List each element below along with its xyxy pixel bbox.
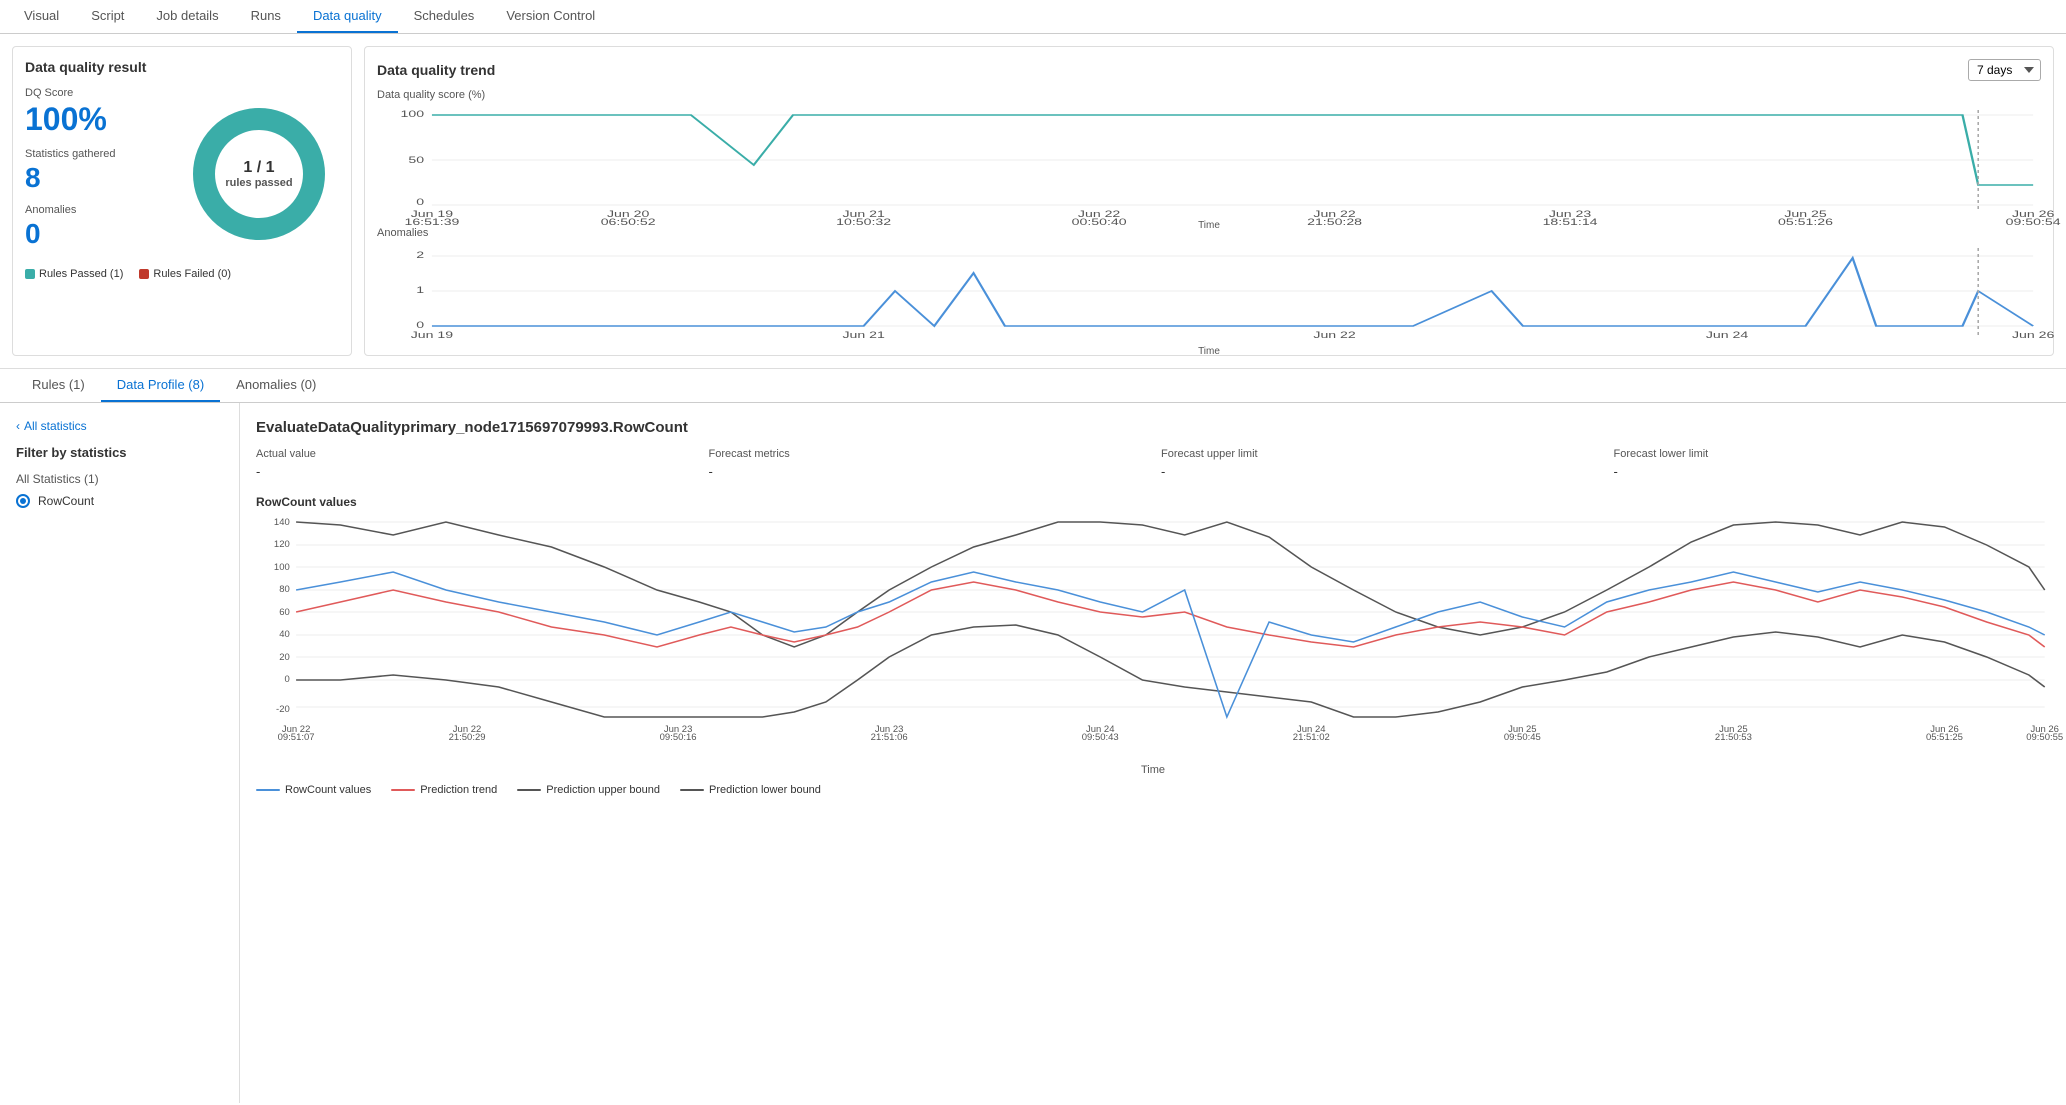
dq-score-value: 100%: [25, 101, 163, 138]
svg-text:21:50:28: 21:50:28: [1307, 217, 1362, 228]
main-chart-area: EvaluateDataQualityprimary_node171569707…: [240, 403, 2066, 1103]
back-link[interactable]: ‹ All statistics: [16, 419, 223, 433]
sidebar: ‹ All statistics Filter by statistics Al…: [0, 403, 240, 1103]
svg-text:05:51:26: 05:51:26: [1778, 217, 1833, 228]
svg-text:21:50:29: 21:50:29: [449, 732, 486, 742]
sub-tab-rules[interactable]: Rules (1): [16, 369, 101, 402]
main-content: Data quality result DQ Score 100% Statis…: [0, 34, 2066, 1103]
svg-text:09:50:16: 09:50:16: [660, 732, 697, 742]
days-select[interactable]: 7 days 14 days 30 days: [1968, 59, 2041, 81]
tab-schedules[interactable]: Schedules: [398, 0, 491, 33]
svg-text:Jun 22: Jun 22: [1313, 330, 1355, 341]
dq-trend-card: Data quality trend 7 days 14 days 30 day…: [364, 46, 2054, 356]
chart-time-label: Time: [256, 764, 2050, 776]
svg-text:21:50:53: 21:50:53: [1715, 732, 1752, 742]
anomalies-label: Anomalies: [25, 204, 163, 216]
svg-text:20: 20: [279, 652, 290, 662]
svg-text:Jun 19: Jun 19: [411, 330, 454, 341]
tab-data-quality[interactable]: Data quality: [297, 0, 398, 33]
svg-text:0: 0: [284, 674, 289, 684]
anomalies-chart-svg: 2 1 0 Jun 19 Jun 21 Jun 22 Jun 24 Jun 26: [377, 243, 2041, 343]
donut-chart: 1 / 1 rules passed: [179, 94, 339, 254]
svg-text:Jun 26: Jun 26: [2012, 330, 2055, 341]
svg-text:10:50:32: 10:50:32: [836, 217, 891, 228]
svg-text:0: 0: [416, 197, 424, 208]
dq-trend-title: Data quality trend: [377, 62, 495, 78]
svg-text:00:50:40: 00:50:40: [1072, 217, 1127, 228]
svg-text:09:50:45: 09:50:45: [1504, 732, 1541, 742]
metric-actual-value: Actual value -: [256, 448, 693, 479]
legend-failed: Rules Failed (0): [153, 268, 231, 280]
metrics-row: Actual value - Forecast metrics - Foreca…: [256, 448, 2050, 479]
chart-legend: RowCount values Prediction trend Predict…: [256, 784, 2050, 796]
tab-visual[interactable]: Visual: [8, 0, 75, 33]
dq-score-label: DQ Score: [25, 87, 163, 99]
svg-text:16:51:39: 16:51:39: [404, 217, 459, 228]
score-axis-label: Data quality score (%): [377, 89, 2041, 101]
svg-text:80: 80: [279, 584, 290, 594]
legend-rowcount: RowCount values: [256, 784, 371, 796]
anomalies-value: 0: [25, 218, 163, 250]
legend-upper-bound: Prediction upper bound: [517, 784, 660, 796]
svg-text:Jun 24: Jun 24: [1706, 330, 1749, 341]
stats-gathered-label: Statistics gathered: [25, 148, 163, 160]
svg-text:-20: -20: [276, 704, 290, 714]
svg-text:09:50:55: 09:50:55: [2026, 732, 2063, 742]
metric-forecast-upper: Forecast upper limit -: [1161, 448, 1598, 479]
tab-job-details[interactable]: Job details: [140, 0, 234, 33]
legend-lower-bound: Prediction lower bound: [680, 784, 821, 796]
svg-text:120: 120: [274, 539, 290, 549]
dq-result-card: Data quality result DQ Score 100% Statis…: [12, 46, 352, 356]
svg-text:05:51:25: 05:51:25: [1926, 732, 1963, 742]
tab-script[interactable]: Script: [75, 0, 140, 33]
sub-tab-data-profile[interactable]: Data Profile (8): [101, 369, 220, 402]
rowcount-label: RowCount: [38, 494, 94, 508]
filter-item-rowcount[interactable]: RowCount: [16, 492, 223, 510]
tab-version-control[interactable]: Version Control: [490, 0, 611, 33]
stats-gathered-value: 8: [25, 162, 163, 194]
svg-text:Jun 21: Jun 21: [842, 330, 884, 341]
svg-text:06:50:52: 06:50:52: [601, 217, 656, 228]
metric-forecast-lower: Forecast lower limit -: [1614, 448, 2051, 479]
svg-text:09:50:54: 09:50:54: [2006, 217, 2061, 228]
top-section: Data quality result DQ Score 100% Statis…: [0, 34, 2066, 369]
svg-text:21:51:02: 21:51:02: [1293, 732, 1330, 742]
svg-text:21:51:06: 21:51:06: [871, 732, 908, 742]
sub-tabs-bar: Rules (1) Data Profile (8) Anomalies (0): [0, 369, 2066, 403]
legend-prediction-trend: Prediction trend: [391, 784, 497, 796]
donut-legend: Rules Passed (1) Rules Failed (0): [25, 268, 339, 280]
svg-text:18:51:14: 18:51:14: [1543, 217, 1598, 228]
rowcount-values-label: RowCount values: [256, 495, 2050, 509]
tab-runs[interactable]: Runs: [235, 0, 297, 33]
svg-text:140: 140: [274, 517, 290, 527]
filter-title: Filter by statistics: [16, 445, 223, 460]
svg-text:100: 100: [274, 562, 290, 572]
svg-text:50: 50: [408, 155, 424, 166]
dq-result-title: Data quality result: [25, 59, 339, 75]
chart-title: EvaluateDataQualityprimary_node171569707…: [256, 419, 2050, 436]
svg-text:09:50:43: 09:50:43: [1082, 732, 1119, 742]
legend-passed: Rules Passed (1): [39, 268, 123, 280]
svg-text:1: 1: [416, 285, 424, 296]
score-chart-svg: 100 50 0 Jun 19 16:51:39 Jun 20 06:50:52: [377, 105, 2041, 215]
tabs-bar: Visual Script Job details Runs Data qual…: [0, 0, 2066, 34]
filter-group-label: All Statistics (1): [16, 472, 223, 486]
donut-label: 1 / 1 rules passed: [225, 159, 292, 189]
rowcount-chart-svg: 140 120 100 80 60 40 20 0 -20: [256, 517, 2050, 757]
anomaly-time-label: Time: [377, 346, 2041, 357]
svg-text:60: 60: [279, 607, 290, 617]
svg-text:2: 2: [416, 250, 424, 261]
back-icon: ‹: [16, 419, 20, 433]
bottom-section: Rules (1) Data Profile (8) Anomalies (0)…: [0, 369, 2066, 1103]
days-select-wrapper[interactable]: 7 days 14 days 30 days: [1968, 59, 2041, 81]
svg-text:100: 100: [401, 109, 425, 120]
data-profile-content: ‹ All statistics Filter by statistics Al…: [0, 403, 2066, 1103]
metric-forecast-metrics: Forecast metrics -: [709, 448, 1146, 479]
svg-text:40: 40: [279, 629, 290, 639]
svg-text:09:51:07: 09:51:07: [278, 732, 315, 742]
radio-rowcount[interactable]: [16, 494, 30, 508]
sub-tab-anomalies[interactable]: Anomalies (0): [220, 369, 332, 402]
